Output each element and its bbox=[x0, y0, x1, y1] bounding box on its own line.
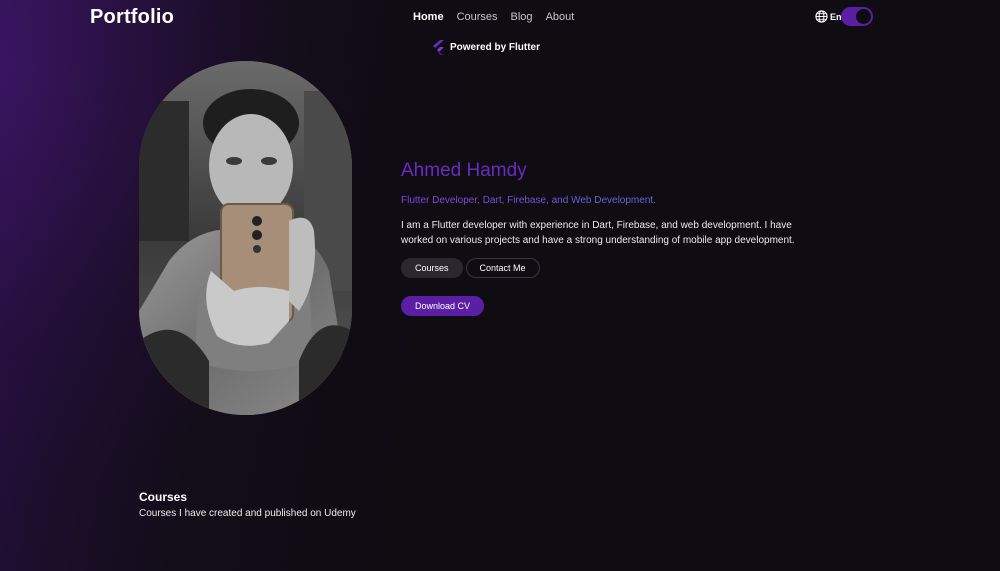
hero-subtitle: Flutter Developer, Dart, Firebase, and W… bbox=[401, 195, 656, 206]
powered-by-text: Powered by Flutter bbox=[450, 42, 541, 53]
portfolio-page: Portfolio Home Courses Blog About En Pow… bbox=[0, 0, 1000, 571]
language-code: En bbox=[830, 11, 842, 22]
courses-section-subtitle: Courses I have created and published on … bbox=[139, 508, 356, 519]
theme-toggle[interactable] bbox=[841, 7, 873, 26]
hero-buttons: Courses Contact Me bbox=[401, 258, 540, 278]
contact-me-button[interactable]: Contact Me bbox=[465, 258, 540, 278]
download-cv-button[interactable]: Download CV bbox=[401, 296, 485, 316]
site-logo[interactable]: Portfolio bbox=[90, 6, 174, 29]
toggle-knob bbox=[856, 9, 871, 24]
language-switch[interactable]: En bbox=[815, 10, 842, 23]
hero-name: Ahmed Hamdy bbox=[401, 160, 527, 181]
nav-blog[interactable]: Blog bbox=[511, 11, 533, 23]
hero-bio: I am a Flutter developer with experience… bbox=[401, 220, 795, 246]
globe-icon bbox=[815, 10, 828, 23]
courses-button[interactable]: Courses bbox=[401, 258, 463, 278]
nav-courses[interactable]: Courses bbox=[457, 11, 498, 23]
profile-photo bbox=[139, 61, 352, 415]
courses-section-title: Courses bbox=[139, 490, 188, 504]
nav-about[interactable]: About bbox=[546, 11, 575, 23]
powered-by-badge: Powered by Flutter bbox=[432, 40, 540, 55]
nav-home[interactable]: Home bbox=[413, 11, 444, 23]
flutter-logo-icon bbox=[432, 40, 445, 55]
main-nav: Home Courses Blog About bbox=[413, 11, 587, 23]
